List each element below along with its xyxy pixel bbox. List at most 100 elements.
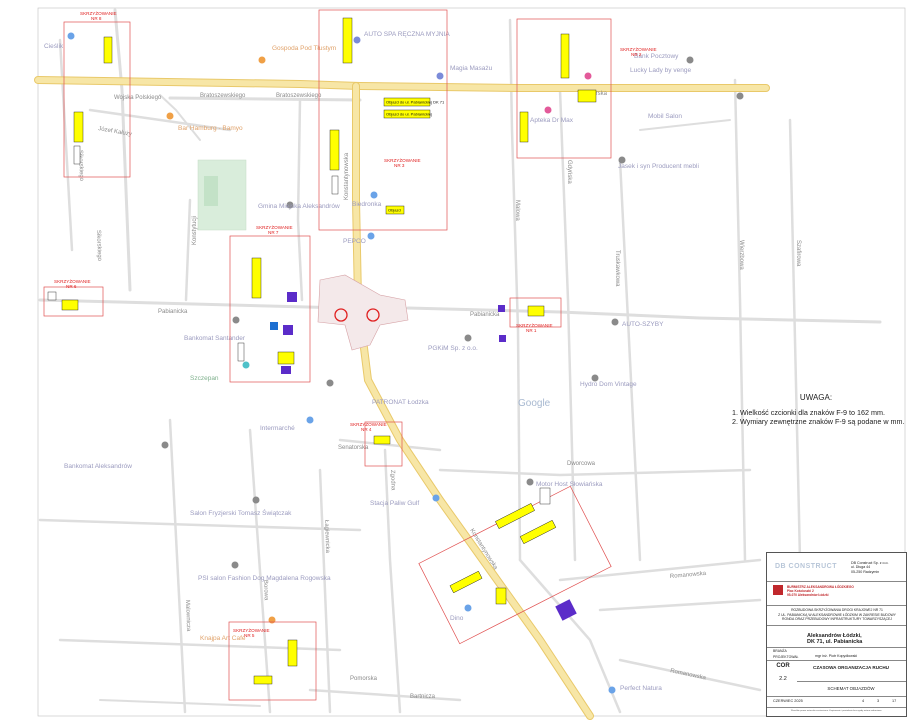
shop-icon bbox=[367, 232, 375, 240]
svg-text:Intermarché: Intermarché bbox=[260, 425, 295, 432]
svg-text:Salon Fryzjerski Tomasz Świątc: Salon Fryzjerski Tomasz Świątczak bbox=[190, 508, 292, 517]
atm-icon bbox=[161, 441, 169, 449]
building-icon bbox=[736, 92, 744, 100]
pharmacy-icon bbox=[544, 106, 552, 114]
note-item: Wielkość czcionki dla znaków F-9 to 162 … bbox=[740, 408, 906, 417]
svg-text:PSI salon Fashion Dog Magdalen: PSI salon Fashion Dog Magdalena Rogowska bbox=[198, 575, 331, 582]
sheet-number: 3 bbox=[877, 699, 880, 703]
svg-text:Hydro Dom Vintage: Hydro Dom Vintage bbox=[580, 381, 637, 388]
svg-text:Bankomat Santander: Bankomat Santander bbox=[184, 335, 246, 342]
location-line: DK 71, ul. Pabianicka bbox=[807, 639, 863, 645]
divider bbox=[767, 647, 906, 648]
title-block: DB CONSTRUCT DB Construct Sp. z o.o. ul.… bbox=[766, 552, 907, 717]
svg-text:Szczepan: Szczepan bbox=[190, 375, 219, 382]
street-label: Senatorska bbox=[338, 445, 369, 451]
map-pin-icon bbox=[353, 36, 361, 44]
f9-sign bbox=[253, 675, 273, 685]
sheet-scale: 4 bbox=[862, 699, 865, 703]
svg-text:Stacja Paliw Gulf: Stacja Paliw Gulf bbox=[370, 500, 419, 507]
street-label: Zgodna bbox=[389, 470, 396, 491]
f9-sign bbox=[251, 257, 262, 299]
street-label: Bartnicza bbox=[410, 694, 436, 700]
svg-text:NR 8: NR 8 bbox=[91, 16, 102, 21]
shop-icon bbox=[67, 32, 75, 40]
street-label: Gdyńska bbox=[566, 160, 572, 184]
note-item: Wymiary zewnętrzne znaków F-9 są podane … bbox=[740, 417, 906, 426]
svg-text:Apteka Dr Max: Apteka Dr Max bbox=[530, 117, 574, 124]
street-label: Łagiewnicka bbox=[323, 520, 330, 554]
sign-plate bbox=[539, 487, 551, 505]
divider bbox=[767, 605, 906, 606]
f9-sign bbox=[577, 89, 597, 103]
drawing-code: COR bbox=[776, 663, 790, 669]
shop-icon bbox=[370, 191, 378, 199]
svg-text:NR 2: NR 2 bbox=[631, 52, 642, 57]
svg-text:Knajpa Art Café: Knajpa Art Café bbox=[200, 635, 246, 642]
atm-icon bbox=[232, 316, 240, 324]
car-icon bbox=[611, 318, 619, 326]
building-icon bbox=[526, 478, 534, 486]
f9-sign bbox=[373, 435, 391, 445]
street-label: Konstantynowska bbox=[344, 152, 350, 200]
svg-text:Objazd do ul. Pabianickiej DK: Objazd do ul. Pabianickiej DK 71 bbox=[386, 100, 445, 105]
street-label: Wojska Polskiego bbox=[114, 95, 162, 101]
svg-text:NR 1: NR 1 bbox=[526, 328, 537, 333]
street-label: Truskawkowa bbox=[614, 250, 620, 287]
sign-plate bbox=[331, 175, 339, 195]
street-label: Sikorskiego bbox=[95, 230, 102, 262]
street-label: Dworcowa bbox=[567, 461, 596, 467]
copyright-note: Wszelkie prawa autorskie zastrzeżone. Ko… bbox=[790, 710, 883, 712]
f9-sign bbox=[73, 111, 84, 143]
notes-heading: UWAGA: bbox=[799, 393, 833, 402]
project-location: Aleksandrów Łódzki, DK 71, ul. Pabianick… bbox=[807, 633, 862, 645]
notes-panel: UWAGA: Wielkość czcionki dla znaków F-9 … bbox=[726, 393, 906, 426]
svg-text:NR 5: NR 5 bbox=[244, 633, 255, 638]
street-label: Pabianicka bbox=[158, 309, 188, 315]
street-label: Malownicza bbox=[184, 600, 191, 632]
f9-sign bbox=[277, 351, 295, 365]
sports-field bbox=[197, 159, 247, 231]
divider bbox=[767, 660, 906, 661]
svg-text:PATRONAT Łodzka: PATRONAT Łodzka bbox=[372, 399, 429, 406]
svg-text:PEPCO: PEPCO bbox=[343, 238, 366, 245]
company-line: 05-250 Radzymin bbox=[851, 569, 880, 574]
svg-text:AUTO SPA RĘCZNA MYJNIA: AUTO SPA RĘCZNA MYJNIA bbox=[364, 31, 450, 38]
shop-icon bbox=[464, 604, 472, 612]
svg-text:PGKiM Sp. z o.o.: PGKiM Sp. z o.o. bbox=[428, 345, 478, 352]
street-label: Wierzbowa bbox=[738, 240, 744, 270]
svg-text:Dino: Dino bbox=[450, 615, 464, 622]
poi-gmina: Gmina Miejska Aleksandrów bbox=[258, 201, 340, 210]
f9-sign bbox=[560, 33, 570, 79]
branch-label: BRANŻA bbox=[773, 649, 787, 653]
company-logo: DB CONSTRUCT bbox=[775, 563, 837, 570]
investor-logo-icon bbox=[773, 585, 783, 595]
divider bbox=[767, 696, 906, 697]
fuel-icon bbox=[432, 494, 440, 502]
street-label: Borowa bbox=[262, 580, 269, 601]
street-label: Pabianicka bbox=[470, 312, 500, 318]
building-icon bbox=[464, 334, 472, 342]
investor: BURMISTRZ ALEKSANDROWA ŁÓDZKIEGO Plac Ko… bbox=[787, 585, 854, 597]
map-pin-icon bbox=[436, 72, 444, 80]
detour-sign bbox=[281, 366, 291, 374]
f9-sign bbox=[519, 111, 529, 143]
svg-text:NR 3: NR 3 bbox=[394, 163, 405, 168]
svg-text:Perfect Natura: Perfect Natura bbox=[620, 685, 662, 692]
cafe-icon bbox=[268, 616, 276, 624]
street-label: Bratoszewskiego bbox=[276, 93, 322, 99]
pet-icon bbox=[231, 561, 239, 569]
designer-label: PROJEKTOWAŁ bbox=[773, 655, 799, 659]
street-label: Szafirowa bbox=[795, 240, 801, 267]
building-icon bbox=[242, 361, 250, 369]
detour-sign bbox=[499, 335, 506, 342]
designer-name: mgr inż. Piotr Kopydłowski bbox=[815, 654, 858, 658]
street-label: Bratoszewskiego bbox=[200, 93, 246, 99]
street-label: Pomorska bbox=[350, 676, 378, 682]
description-line: ROZBUDOWA SKRZYŻOWANIA DROGI KRAJOWEJ NR… bbox=[791, 608, 883, 612]
sign-plate bbox=[73, 145, 81, 165]
investor-line: 95-070 Aleksandrów Łódzki bbox=[787, 593, 829, 597]
divider bbox=[767, 625, 906, 626]
svg-text:Mobil Salon: Mobil Salon bbox=[648, 113, 682, 120]
divider bbox=[767, 581, 906, 582]
shop-icon bbox=[306, 416, 314, 424]
